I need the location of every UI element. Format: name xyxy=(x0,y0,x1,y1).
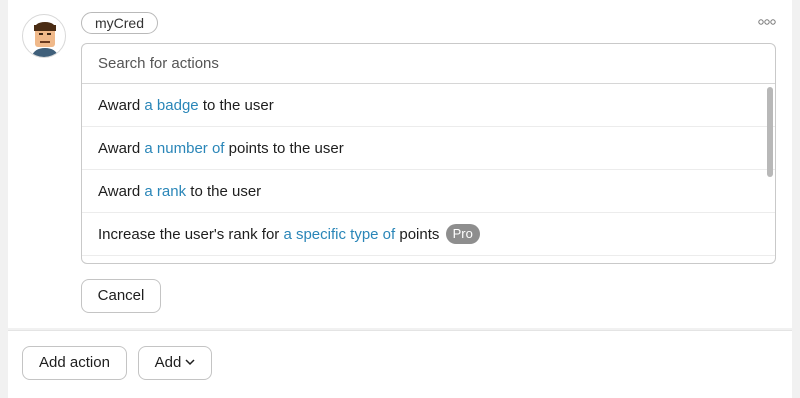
search-input[interactable]: Search for actions xyxy=(82,44,775,84)
option-highlight: a number of xyxy=(144,140,225,157)
add-menu-button[interactable]: Add xyxy=(138,346,212,380)
action-dropdown: Search for actions Award a badge to the … xyxy=(81,43,776,264)
add-action-button[interactable]: Add action xyxy=(22,346,127,380)
option-text: Award xyxy=(98,183,145,200)
integration-tag: myCred xyxy=(81,12,159,34)
option-highlight: a rank xyxy=(144,183,187,200)
add-button-label: Add xyxy=(154,354,182,371)
scrollbar-thumb[interactable] xyxy=(767,87,773,177)
option-text: points to the user xyxy=(224,140,344,157)
option-highlight: a specific type of xyxy=(283,226,396,243)
user-avatar-icon xyxy=(31,22,59,57)
action-option-award-badge[interactable]: Award a badge to the user xyxy=(82,84,775,127)
action-list: Award a badge to the user Award a number… xyxy=(82,84,775,263)
option-text: Award xyxy=(98,140,145,157)
action-option-award-points[interactable]: Award a number of points to the user xyxy=(82,127,775,170)
action-option-award-rank[interactable]: Award a rank to the user xyxy=(82,170,775,213)
option-text: points xyxy=(395,226,444,243)
pro-badge: Pro xyxy=(445,224,480,245)
avatar xyxy=(22,14,66,58)
option-text: to the user xyxy=(198,97,274,114)
cancel-button[interactable]: Cancel xyxy=(81,279,161,313)
action-option-partial[interactable] xyxy=(82,256,775,263)
chevron-down-icon xyxy=(185,346,195,378)
more-options-icon[interactable] xyxy=(756,14,778,28)
option-text: Increase the user's rank for xyxy=(98,226,284,243)
action-option-increase-rank[interactable]: Increase the user's rank for a specific … xyxy=(82,213,775,256)
option-highlight: a badge xyxy=(144,97,199,114)
option-text: Award xyxy=(98,97,145,114)
option-text: to the user xyxy=(186,183,262,200)
